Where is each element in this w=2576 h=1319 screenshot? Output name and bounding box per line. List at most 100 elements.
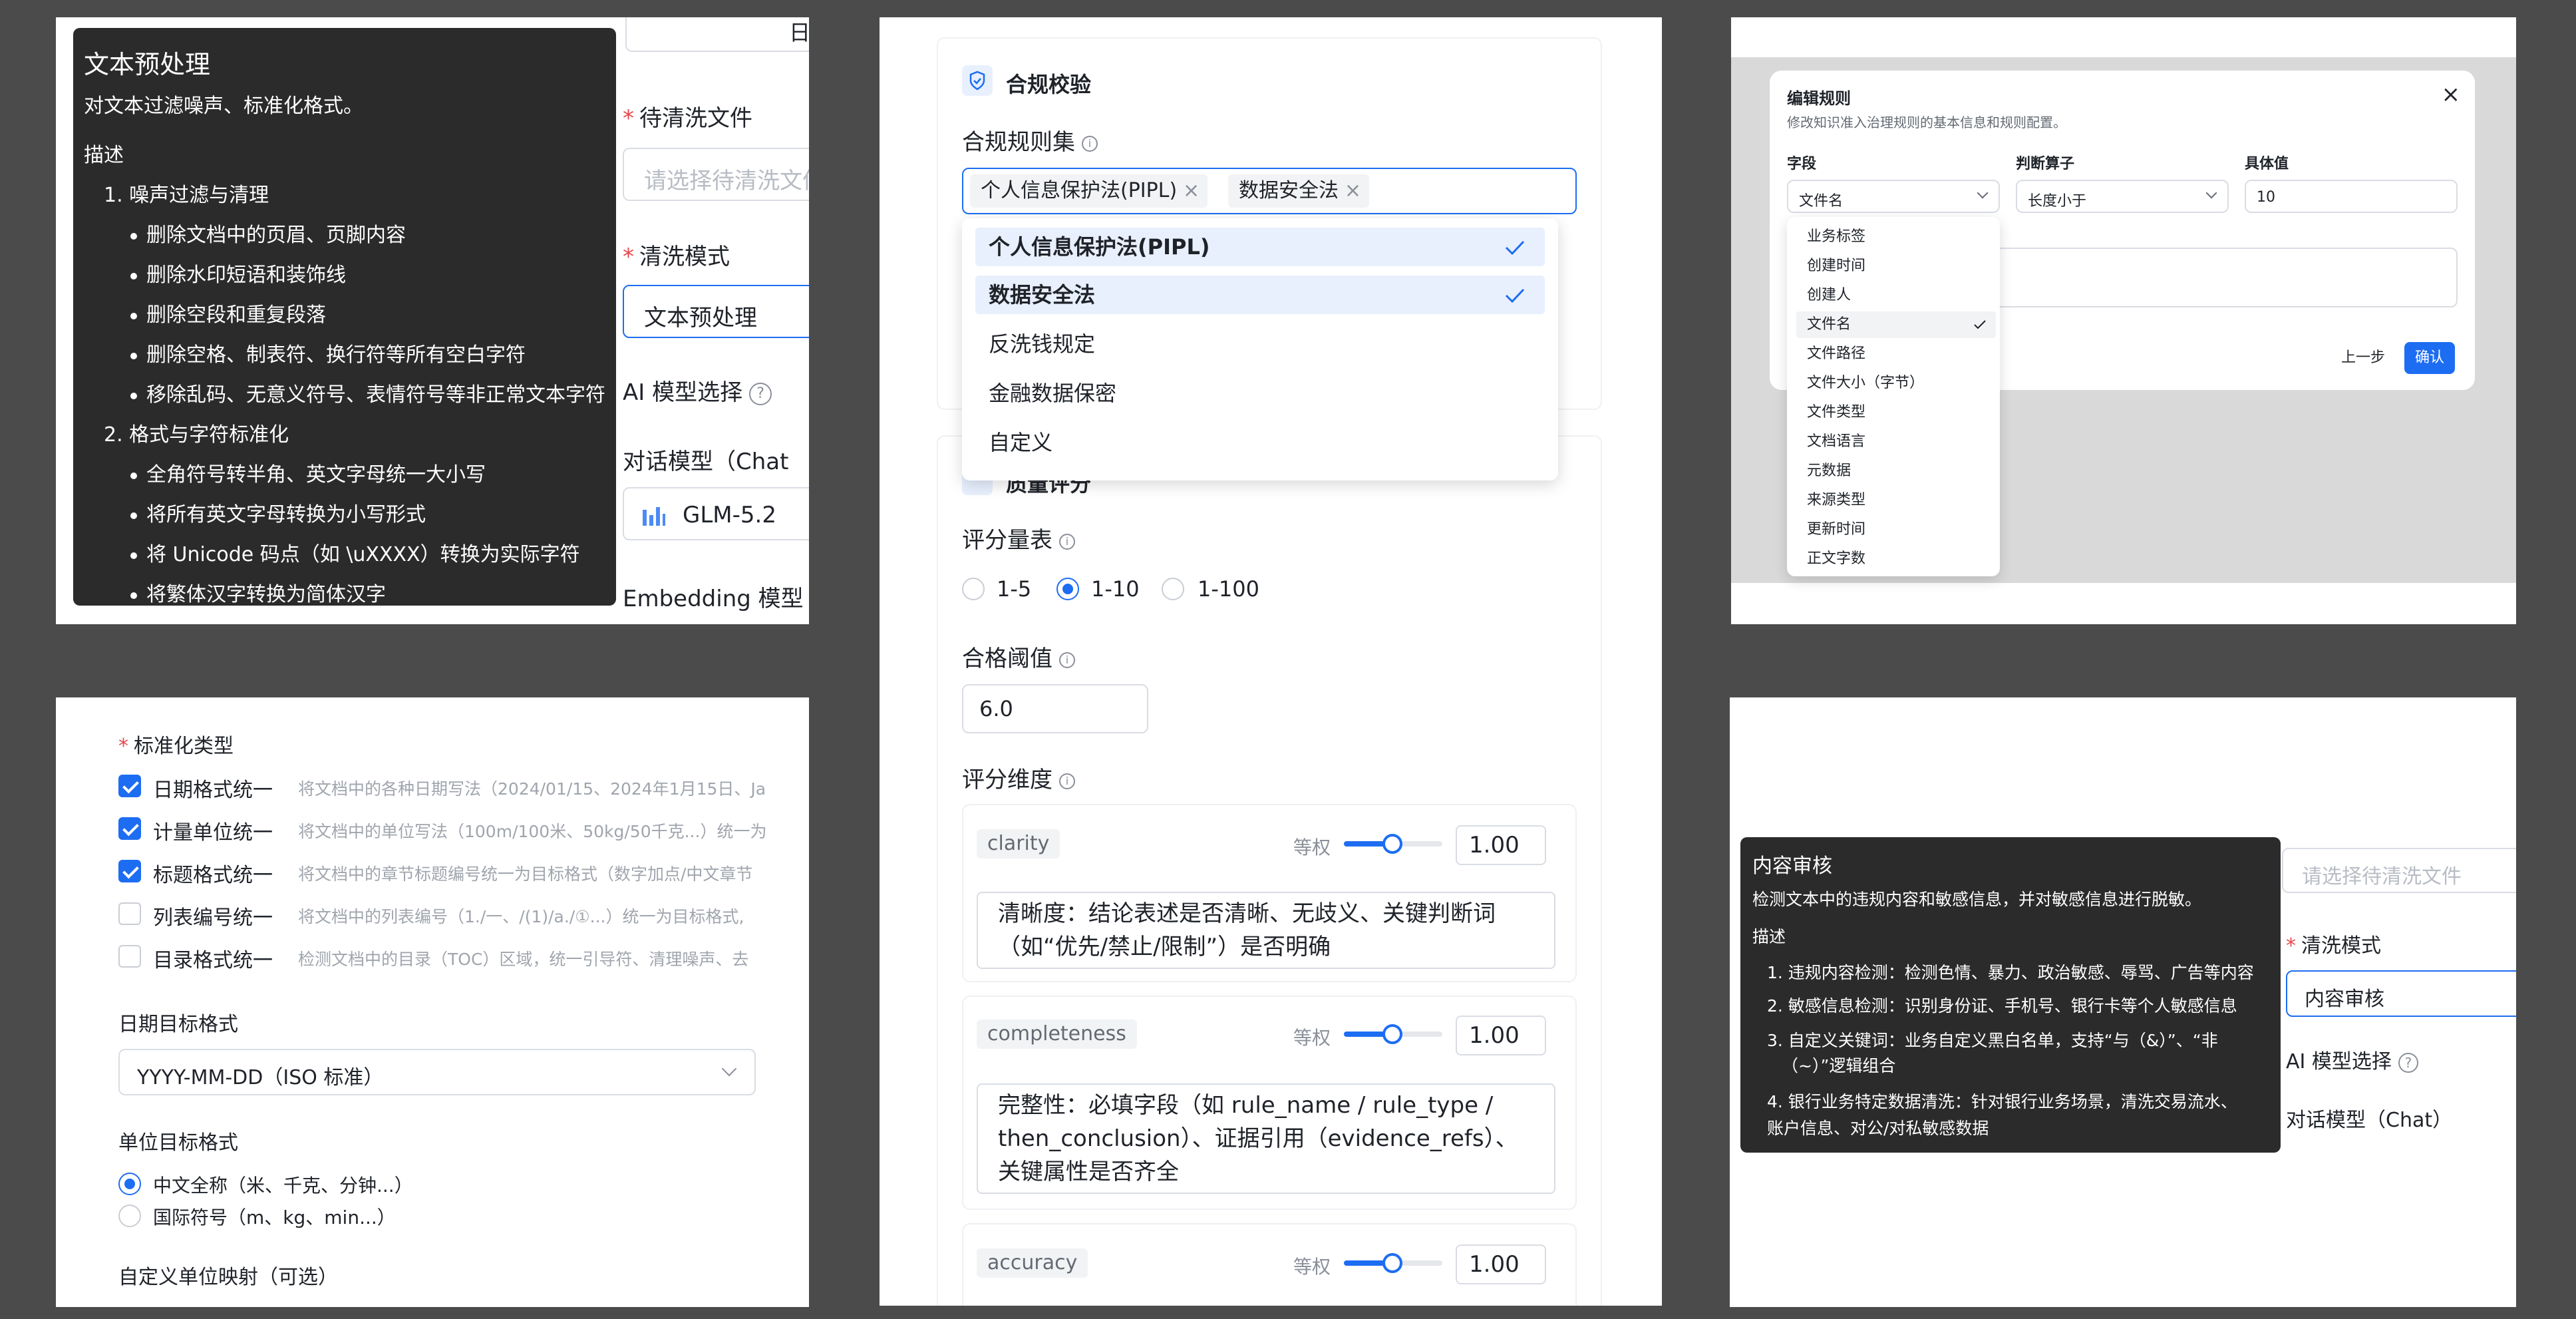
file-select[interactable]: 请选择待清洗文件 [2282, 848, 2516, 893]
tooltip-item: 4. 银行业务特定数据清洗：针对银行业务场景，清洗交易流水、 [1767, 1092, 2237, 1111]
threshold-input[interactable]: 6.0 [962, 684, 1148, 733]
dimension-tag: completeness [977, 1020, 1137, 1049]
info-icon: i [1082, 135, 1098, 152]
panel-text-preprocess: 日 * 待清洗文件 请选择待清洗文件 * 清洗模式 文本预处理 AI 模型选择? 对… [56, 17, 809, 624]
weight-slider-knob[interactable] [1382, 834, 1402, 854]
threshold-label: 合格阈值 i [962, 640, 1075, 673]
checkbox-list[interactable] [118, 902, 141, 925]
std-item-label: 标题格式统一 [153, 864, 273, 887]
checkbox-unit[interactable] [118, 817, 141, 840]
weight-input[interactable]: 1.00 [1456, 825, 1546, 865]
dimension-label: 评分维度 i [962, 761, 1075, 794]
operator-select[interactable]: 长度小于 [2016, 180, 2229, 213]
dimension-desc[interactable]: 完整性：必填字段（如 rule_name / rule_type / then_… [977, 1083, 1555, 1194]
checkbox-toc[interactable] [118, 945, 141, 968]
checkbox-date[interactable] [118, 775, 141, 797]
ai-model-label: AI 模型选择? [623, 374, 772, 407]
chevron-down-icon [2205, 187, 2217, 199]
std-item-label: 日期格式统一 [153, 779, 273, 802]
model-bars-icon [643, 507, 665, 526]
tag-pipl: 个人信息保护法(PIPL) × [970, 174, 1208, 208]
tooltip-item: 将所有英文字母转换为小写形式 [130, 498, 426, 527]
tag-close-icon[interactable]: × [1345, 174, 1361, 208]
field-option[interactable]: 文件路径 [1796, 341, 1996, 367]
std-item-label: 计量单位统一 [153, 821, 273, 845]
ruleset-select[interactable]: 个人信息保护法(PIPL) × 数据安全法 × [962, 168, 1577, 214]
field-option[interactable]: 文档语言 [1796, 429, 1996, 455]
tooltip-item: 3. 自定义关键词：业务自定义黑白名单，支持“与（&）”、“非 [1767, 1031, 2218, 1050]
shield-icon [962, 65, 993, 96]
dimension-card-clarity: clarity 等权 1.00 清晰度：结论表述是否清晰、无歧义、关键判断词（如… [962, 804, 1577, 982]
chat-model-select[interactable]: GLM-5.2 [623, 487, 809, 540]
field-label-mode: * 清洗模式 [623, 244, 730, 270]
chat-model-label: 对话模型（Chat [623, 449, 789, 475]
date-target-select[interactable]: YYYY-MM-DD（ISO 标准） [118, 1049, 756, 1095]
dropdown-item-aml[interactable]: 反洗钱规定 [975, 325, 1545, 363]
dimension-desc[interactable]: 清晰度：结论表述是否清晰、无歧义、关键判断词（如“优先/禁止/限制”）是否明确 [977, 892, 1555, 969]
clean-mode-select[interactable]: 文本预处理 [623, 285, 809, 338]
text-preprocess-tooltip: 文本预处理 对文本过滤噪声、标准化格式。 描述 1. 噪声过滤与清理 删除文档中… [73, 28, 616, 606]
prev-button[interactable]: 上一步 [2333, 342, 2394, 374]
tag-close-icon[interactable]: × [1183, 174, 1200, 208]
tooltip-item: 账户信息、对公/对私敏感数据 [1767, 1119, 1989, 1138]
tooltip-item: 将繁体汉字转换为简体汉字 [130, 578, 386, 607]
weight-input[interactable]: 1.00 [1456, 1016, 1546, 1055]
modal-subtitle: 修改知识准入治理规则的基本信息和规则配置。 [1787, 114, 2066, 130]
dropdown-item-finance[interactable]: 金融数据保密 [975, 374, 1545, 413]
scale-radio-1-100[interactable] [1162, 578, 1184, 600]
info-icon: i [1059, 652, 1075, 668]
weight-input[interactable]: 1.00 [1456, 1244, 1546, 1284]
field-option[interactable]: 文件大小（字节） [1796, 370, 1996, 397]
custom-map-label: 自定义单位映射（可选） [118, 1266, 338, 1289]
std-item-desc: 检测文档中的目录（TOC）区域，统一引导符、清理噪声、去 [298, 950, 749, 969]
tooltip-item: 全角符号转半角、英文字母统一大小写 [130, 458, 486, 487]
scale-radio-1-5[interactable] [962, 578, 985, 600]
top-partial-input[interactable]: 日 [625, 17, 809, 52]
check-icon [1974, 320, 1986, 329]
chevron-down-icon [721, 1061, 737, 1077]
field-option[interactable]: 创建人 [1796, 282, 1996, 309]
clean-mode-select[interactable]: 内容审核 [2286, 970, 2516, 1017]
field-option[interactable]: 正文字数 [1796, 546, 1996, 572]
field-options-dropdown: 业务标签 创建时间 创建人 文件名 文件路径 文件大小（字节） 文件类型 文档语… [1787, 217, 2000, 576]
weight-slider-knob[interactable] [1382, 1024, 1402, 1044]
col-value-label: 具体值 [2245, 156, 2289, 172]
compliance-title: 合规校验 [1006, 72, 1092, 97]
confirm-button[interactable]: 确认 [2404, 342, 2455, 374]
help-icon[interactable]: ? [749, 382, 772, 405]
weight-slider-knob[interactable] [1382, 1253, 1402, 1273]
field-select[interactable]: 文件名 [1787, 180, 2000, 213]
close-icon[interactable]: × [2442, 81, 2461, 108]
field-option[interactable]: 文件类型 [1796, 399, 1996, 426]
field-option[interactable]: 来源类型 [1796, 487, 1996, 514]
tooltip-item: 移除乱码、无意义符号、表情符号等非正常文本字符 [130, 378, 605, 407]
field-option[interactable]: 创建时间 [1796, 253, 1996, 280]
dropdown-item-pipl[interactable]: 个人信息保护法(PIPL) [975, 228, 1545, 266]
value-input[interactable]: 10 [2245, 180, 2458, 213]
field-option-selected[interactable]: 文件名 [1796, 311, 1996, 338]
unit-radio-chinese[interactable] [118, 1173, 141, 1195]
file-select-placeholder: 请选择待清洗文件 [644, 168, 809, 194]
field-option[interactable]: 业务标签 [1796, 224, 1996, 250]
dropdown-item-data-security[interactable]: 数据安全法 [975, 276, 1545, 314]
tooltip-item: 将 Unicode 码点（如 \uXXXX）转换为实际字符 [130, 538, 580, 567]
field-option[interactable]: 元数据 [1796, 458, 1996, 484]
scale-label: 评分量表 i [962, 522, 1075, 554]
scale-option-label: 1-5 [997, 576, 1032, 602]
tag-data-security: 数据安全法 × [1228, 174, 1369, 208]
tooltip-desc-label: 描述 [1752, 927, 1786, 946]
file-select[interactable]: 请选择待清洗文件 [623, 148, 809, 201]
std-item-desc: 将文档中的列表编号（1./一、/(1)/a./①...）统一为目标格式, [298, 907, 744, 926]
unit-target-label: 单位目标格式 [118, 1131, 238, 1155]
ruleset-dropdown: 个人信息保护法(PIPL) 数据安全法 反洗钱规定 金融数据保密 自定义 [962, 218, 1558, 480]
chat-model-label: 对话模型（Chat） [2286, 1109, 2453, 1132]
tooltip-item: 删除水印短语和装饰线 [130, 258, 346, 287]
dropdown-item-custom[interactable]: 自定义 [975, 423, 1545, 462]
scale-radio-1-10[interactable] [1056, 578, 1079, 600]
col-operator-label: 判断算子 [2016, 156, 2075, 172]
checkbox-title[interactable] [118, 860, 141, 882]
unit-radio-intl[interactable] [118, 1205, 141, 1227]
help-icon[interactable]: ? [2398, 1052, 2418, 1073]
tooltip-subtitle: 对文本过滤噪声、标准化格式。 [84, 94, 363, 118]
field-option[interactable]: 更新时间 [1796, 516, 1996, 543]
